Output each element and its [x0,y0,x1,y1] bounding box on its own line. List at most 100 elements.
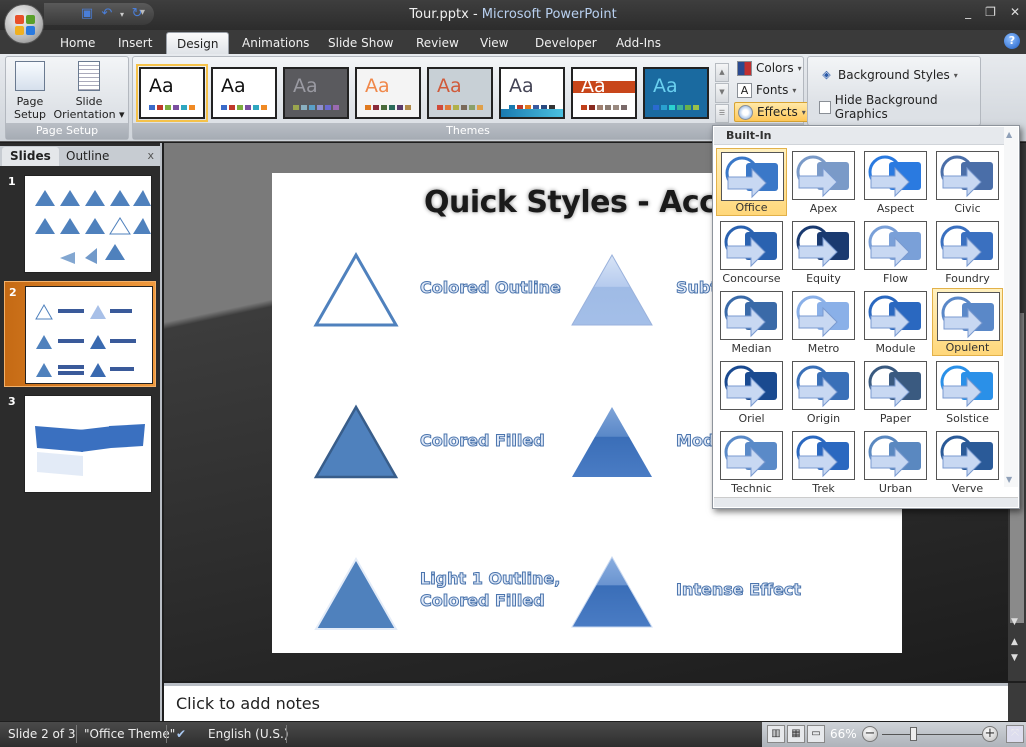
triangle-light-outline-filled[interactable] [312,553,402,633]
tab-design[interactable]: Design [166,32,230,54]
effect-metro[interactable]: Metro [788,288,859,356]
colors-button[interactable]: Colors ▾ [734,58,805,78]
theme-thumbnail[interactable]: Aa [283,67,349,119]
effect-verve[interactable]: Verve [932,428,1003,496]
fonts-button[interactable]: A Fonts ▾ [734,80,799,100]
theme-thumbnail[interactable]: Aa [427,67,493,119]
tab-outline[interactable]: Outline [58,147,117,166]
label-colored-outline[interactable]: Colored Outline [420,277,562,299]
effect-label: Median [731,342,772,355]
effect-concourse[interactable]: Concourse [716,218,787,286]
scroll-down-icon[interactable]: ▼ [1006,475,1012,484]
hide-background-graphics-checkbox[interactable]: Hide Background Graphics [816,93,980,121]
theme-thumbnail[interactable]: Aa [136,64,208,122]
theme-thumbnail[interactable]: Aa [211,67,277,119]
effects-scrollbar[interactable]: ▲ ▼ [1004,127,1018,487]
tab-insert[interactable]: Insert [108,32,162,54]
background-styles-button[interactable]: ◈ Background Styles ▾ [816,65,961,85]
minimize-button[interactable]: _ [965,5,971,19]
effect-urban[interactable]: Urban [860,428,931,496]
tab-developer[interactable]: Developer [525,32,607,54]
slide-number: 2 [9,286,17,299]
effects-button[interactable]: Effects ▾ [734,102,810,122]
zoom-percent[interactable]: 66% [830,727,857,741]
label-light-outline-filled[interactable]: Light 1 Outline, Colored Filled [419,568,560,612]
scroll-up-icon[interactable]: ▲ [1006,130,1012,139]
zoom-in-button[interactable]: + [982,726,998,742]
effect-paper[interactable]: Paper [860,358,931,426]
page-setup-group-label: Page Setup [6,123,128,139]
zoom-slider-track[interactable] [882,734,982,735]
fit-to-window-icon[interactable]: ⤧ [1006,725,1024,743]
effect-oriel[interactable]: Oriel [716,358,787,426]
effect-opulent[interactable]: Opulent [932,288,1003,356]
previous-slide-icon[interactable]: ▲ [1011,637,1018,647]
effect-foundry[interactable]: Foundry [932,218,1003,286]
office-button[interactable] [4,4,44,44]
effect-trek[interactable]: Trek [788,428,859,496]
themes-more-button[interactable]: ☰ [715,103,729,123]
help-icon[interactable]: ? [1004,33,1020,49]
effect-origin[interactable]: Origin [788,358,859,426]
notes-scrollbar[interactable] [1008,683,1026,721]
tab-slides[interactable]: Slides [2,147,59,166]
theme-thumbnail[interactable]: Aa [571,67,637,119]
effect-office[interactable]: Office [716,148,787,216]
themes-scroll-up[interactable]: ▲ [715,63,729,83]
effect-civic[interactable]: Civic [932,148,1003,216]
resize-grip[interactable] [714,497,1018,507]
slide-thumbnail-2[interactable]: 2 [4,281,156,387]
slide-sorter-icon[interactable]: ▦ [787,725,805,743]
effect-flow[interactable]: Flow [860,218,931,286]
notes-pane[interactable]: Click to add notes [164,683,1008,721]
theme-color-swatches [365,105,411,110]
triangle-intense-effect[interactable] [568,551,658,631]
theme-thumbnail[interactable]: Aa [499,67,565,119]
effect-solstice[interactable]: Solstice [932,358,1003,426]
checkbox[interactable] [819,100,831,114]
restore-button[interactable]: ❐ [985,5,996,19]
tab-slide-show[interactable]: Slide Show [318,32,403,54]
effect-preview-icon [720,431,783,480]
effect-aspect[interactable]: Aspect [860,148,931,216]
tab-home[interactable]: Home [50,32,105,54]
effect-module[interactable]: Module [860,288,931,356]
tab-review[interactable]: Review [406,32,469,54]
swatch [605,105,611,110]
effect-label: Foundry [945,272,990,285]
slide-thumbnail-3[interactable]: 3 [4,391,156,497]
triangle-moderate-effect[interactable] [568,401,658,481]
slide-show-icon[interactable]: ▭ [807,725,825,743]
page-setup-label-1: Page [16,95,44,108]
effect-median[interactable]: Median [716,288,787,356]
slide-orientation-button[interactable]: Slide Orientation ▾ [52,61,126,121]
effect-technic[interactable]: Technic [716,428,787,496]
close-panel-icon[interactable]: x [147,149,154,162]
language[interactable]: English (U.S.) [208,727,289,741]
theme-thumbnail[interactable]: Aa [643,67,709,119]
triangle-subtle-effect[interactable] [568,249,658,329]
tab-animations[interactable]: Animations [232,32,319,54]
label-colored-filled[interactable]: Colored Filled [420,430,546,452]
normal-view-icon[interactable]: ▥ [767,725,785,743]
zoom-out-button[interactable]: − [862,726,878,742]
themes-scroll-down[interactable]: ▼ [715,83,729,103]
tab-add-ins[interactable]: Add-Ins [606,32,671,54]
tab-view[interactable]: View [470,32,518,54]
page-setup-button[interactable]: Page Setup [12,61,48,121]
scroll-down-icon[interactable]: ▼ [1011,617,1018,627]
label-intense-effect[interactable]: Intense Effect [675,579,801,601]
zoom-slider-thumb[interactable] [910,727,918,741]
triangle-colored-outline[interactable] [312,249,402,329]
next-slide-icon[interactable]: ▼ [1011,653,1018,663]
theme-thumbnail[interactable]: Aa [355,67,421,119]
effect-equity[interactable]: Equity [788,218,859,286]
swatch [165,105,171,110]
slide-thumbnail-1[interactable]: 1 [4,171,156,277]
close-button[interactable]: ✕ [1010,5,1020,19]
notes-placeholder[interactable]: Click to add notes [176,694,320,713]
triangle-colored-filled[interactable] [312,401,402,481]
swatch [189,105,195,110]
spell-check-icon[interactable]: ✔ [176,727,186,741]
effect-apex[interactable]: Apex [788,148,859,216]
